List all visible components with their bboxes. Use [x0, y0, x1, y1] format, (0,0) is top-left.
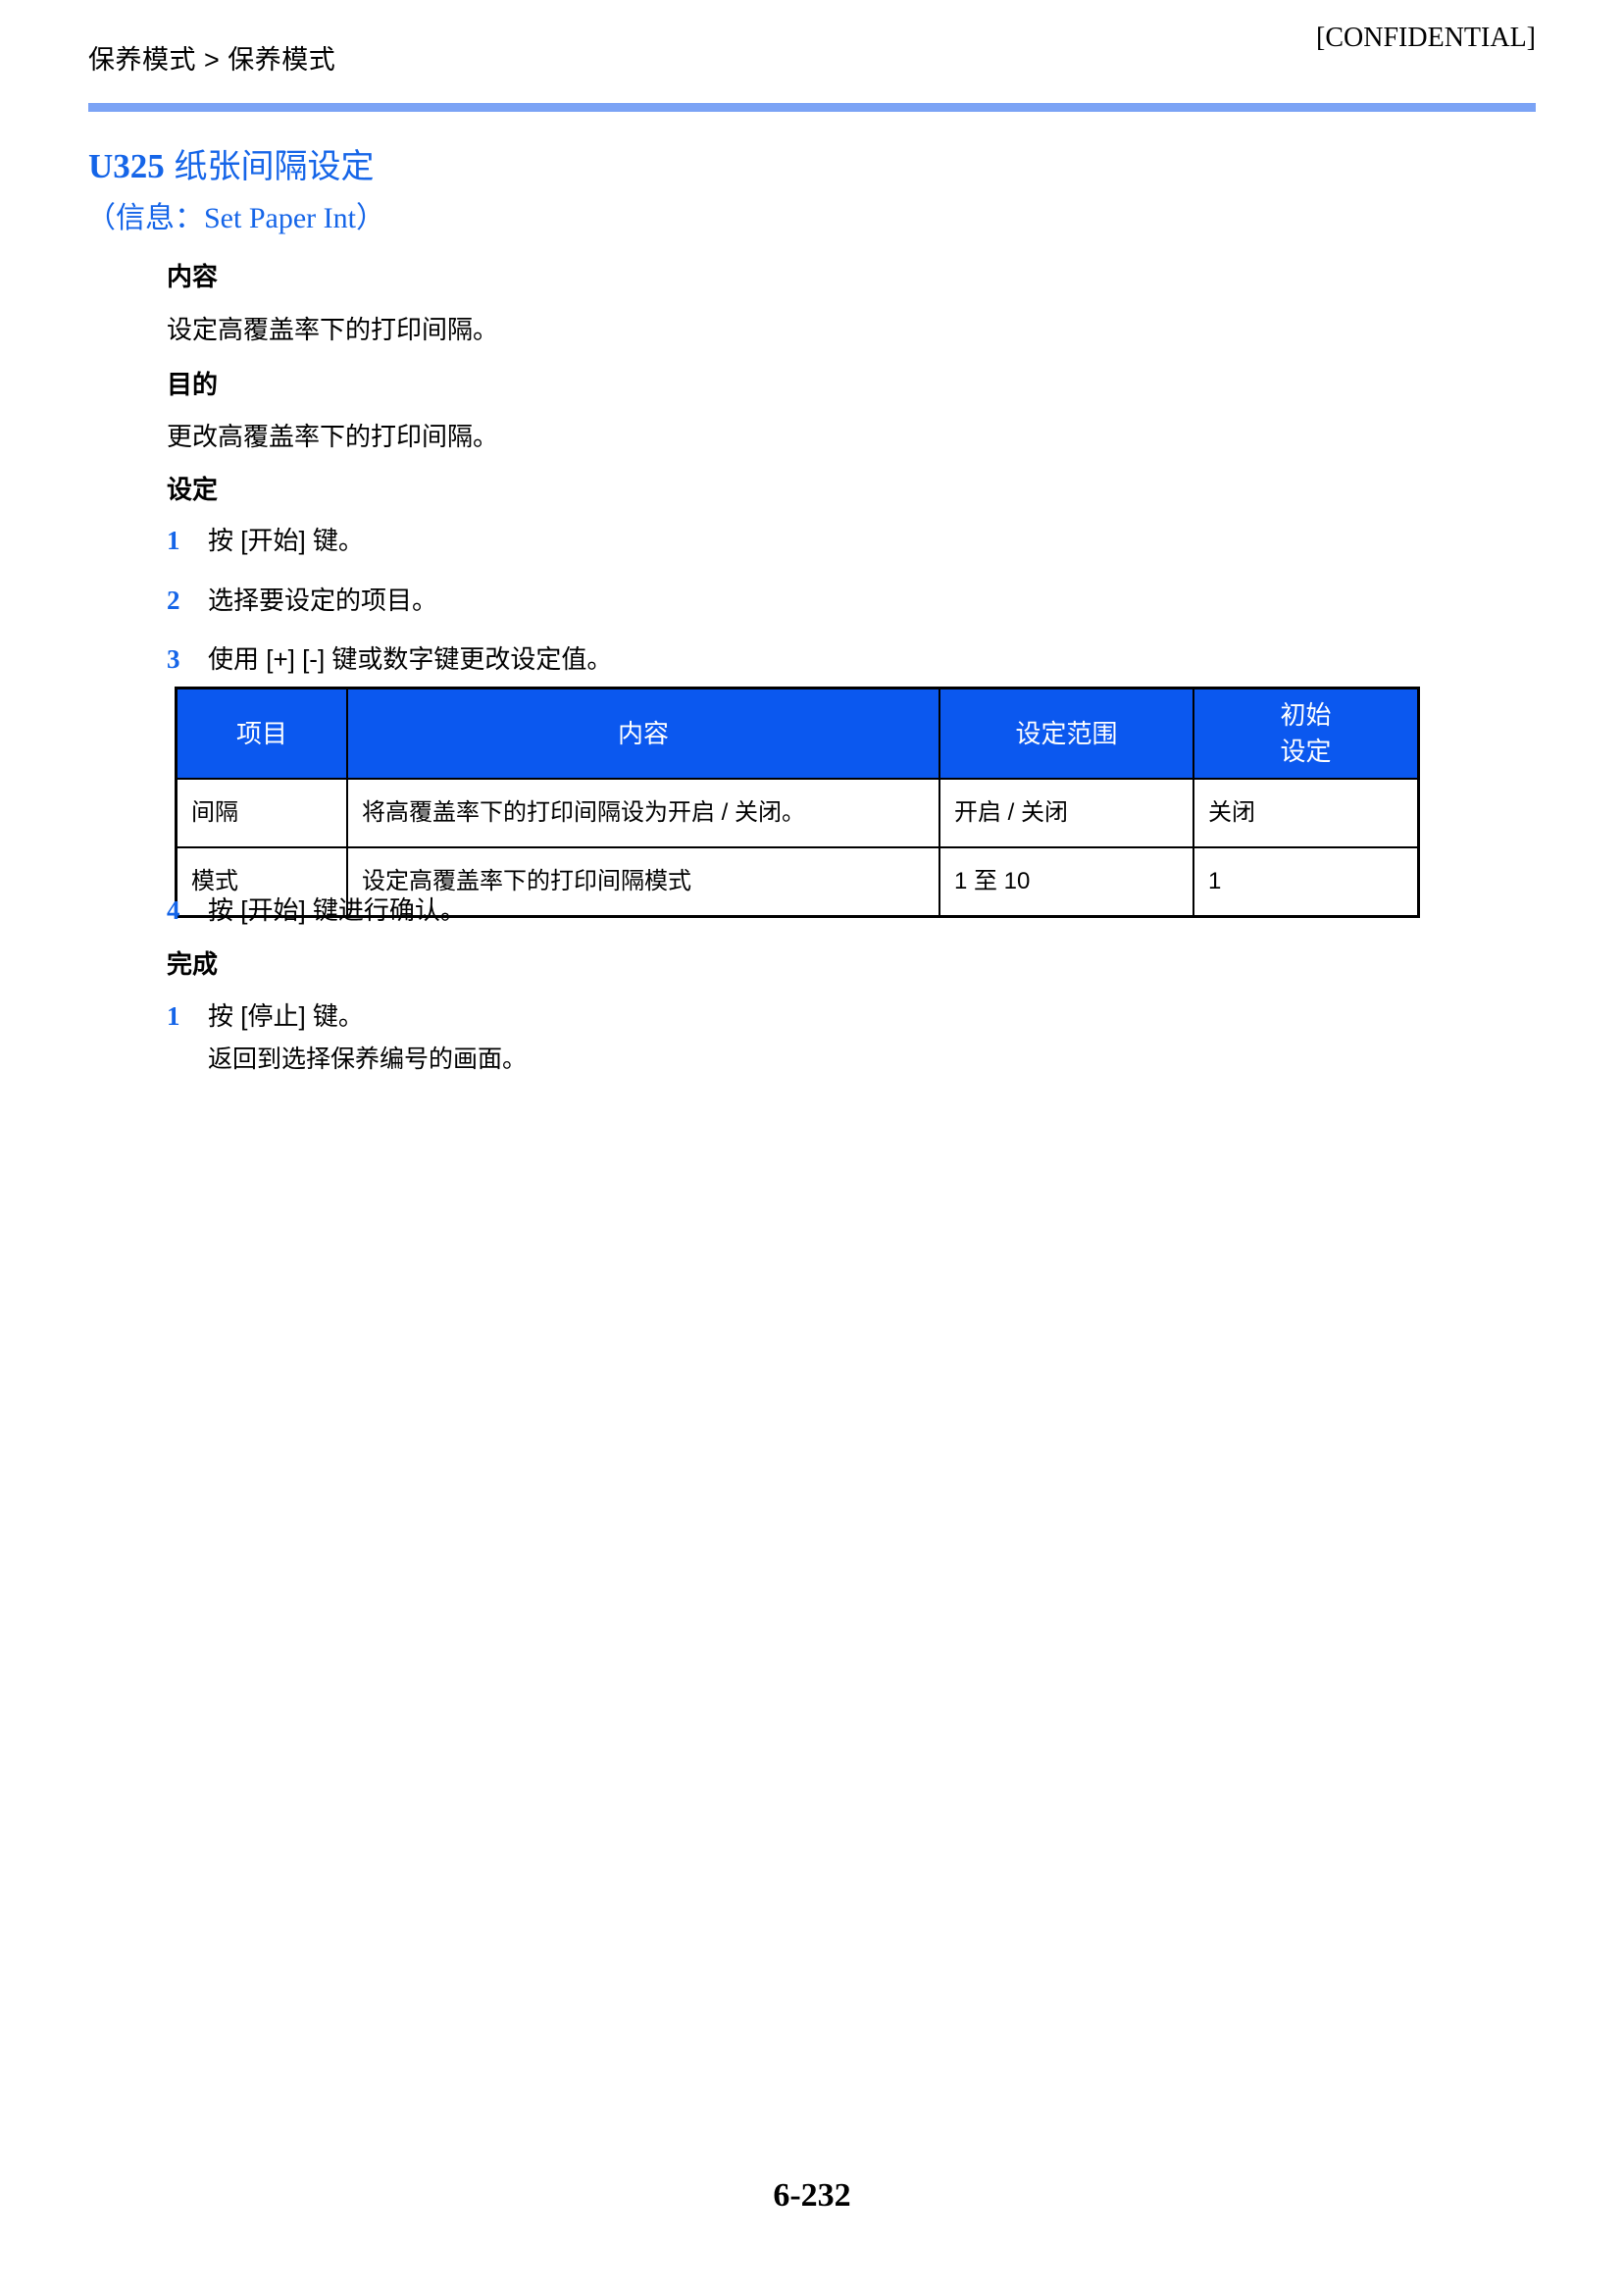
table-row: 间隔 将高覆盖率下的打印间隔设为开启 / 关闭。 开启 / 关闭 关闭	[175, 778, 1420, 848]
page-subtitle-prefix: （信息：	[86, 202, 204, 234]
page-number: 6-232	[773, 2177, 851, 2214]
heading-complete: 完成	[167, 949, 219, 979]
setting-step-3: 3 使用 [+] [-] 键或数字键更改设定值。	[167, 641, 612, 677]
step-text: 选择要设定的项目。	[208, 586, 438, 615]
cell-range: 开启 / 关闭	[939, 778, 1194, 848]
step-text: 按 [开始] 键进行确认。	[208, 895, 466, 925]
column-header-range: 设定范围	[939, 687, 1194, 780]
page-subtitle: （信息：Set Paper Int）	[86, 199, 385, 238]
heading-purpose: 目的	[167, 370, 219, 399]
paragraph-purpose: 更改高覆盖率下的打印间隔。	[167, 422, 499, 451]
document-page: 保养模式 > 保养模式 [CONFIDENTIAL] U325 纸张间隔设定 （…	[0, 0, 1624, 2294]
cell-range: 1 至 10	[939, 846, 1194, 918]
setting-step-2: 2 选择要设定的项目。	[167, 583, 437, 618]
step-number: 1	[167, 1001, 180, 1031]
running-header: 保养模式 > 保养模式 [CONFIDENTIAL]	[0, 0, 1624, 98]
page-title-text: 纸张间隔设定	[174, 148, 375, 185]
column-header-default-line2: 设定	[1280, 737, 1332, 766]
column-header-default: 初始 设定	[1193, 687, 1420, 780]
page-subtitle-suffix: ）	[355, 202, 385, 234]
page-title-code: U325	[88, 147, 165, 185]
cell-item: 间隔	[175, 778, 348, 848]
page-subtitle-message: Set Paper Int	[204, 202, 356, 234]
table-header-row: 项目 内容 设定范围 初始 设定	[175, 687, 1420, 780]
header-divider-rule	[88, 103, 1536, 112]
step-number: 3	[167, 644, 180, 674]
confidential-marking: [CONFIDENTIAL]	[1316, 23, 1536, 53]
step-text: 按 [开始] 键。	[208, 526, 364, 555]
column-header-content: 内容	[346, 687, 940, 780]
column-header-default-line1: 初始	[1280, 700, 1332, 730]
step-text: 使用 [+] [-] 键或数字键更改设定值。	[208, 644, 613, 674]
complete-step-1: 1 按 [停止] 键。	[167, 998, 364, 1034]
step-number: 1	[167, 526, 180, 555]
heading-content: 内容	[167, 262, 219, 291]
complete-step-1-note: 返回到选择保养编号的画面。	[208, 1045, 528, 1073]
breadcrumb: 保养模式 > 保养模式	[88, 45, 336, 75]
step-number: 2	[167, 586, 180, 615]
step-text: 按 [停止] 键。	[208, 1001, 364, 1031]
cell-default: 1	[1193, 846, 1420, 918]
paragraph-content: 设定高覆盖率下的打印间隔。	[167, 315, 499, 344]
cell-default: 关闭	[1193, 778, 1420, 848]
setting-step-4: 4 按 [开始] 键进行确认。	[167, 892, 466, 928]
column-header-item: 项目	[175, 687, 348, 780]
step-number: 4	[167, 895, 180, 925]
cell-content: 将高覆盖率下的打印间隔设为开启 / 关闭。	[346, 778, 940, 848]
page-title: U325 纸张间隔设定	[88, 145, 375, 188]
heading-setting: 设定	[167, 475, 219, 504]
setting-step-1: 1 按 [开始] 键。	[167, 523, 364, 558]
table-header: 项目 内容 设定范围 初始 设定	[175, 687, 1420, 780]
settings-table: 项目 内容 设定范围 初始 设定 间隔 将高覆盖率下的打印间隔设为开启 / 关闭…	[175, 687, 1420, 918]
